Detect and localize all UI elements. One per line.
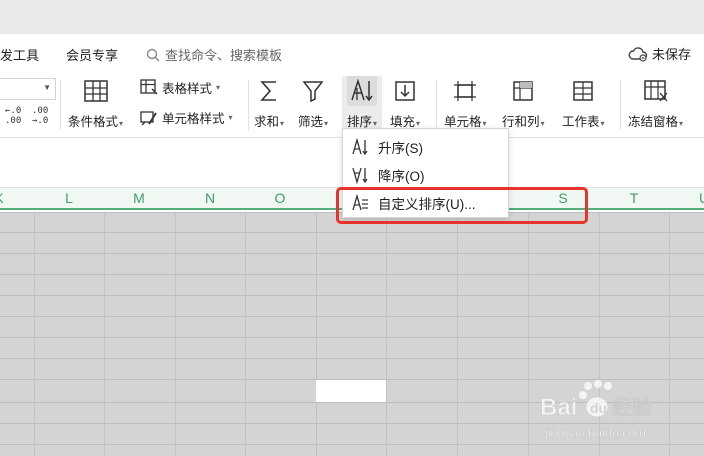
column-header[interactable]: M	[104, 188, 174, 208]
sort-descending-label: 降序(O)	[378, 169, 425, 184]
cloud-icon	[628, 46, 648, 62]
rows-cols-button[interactable]: 行和列▾	[502, 76, 545, 130]
cell-style-icon	[140, 110, 157, 125]
ribbon-divider	[620, 80, 621, 130]
fill-button[interactable]: 填充▾	[390, 76, 420, 130]
sort-ascending-label: 升序(S)	[378, 141, 423, 156]
conditional-format-icon	[83, 80, 108, 102]
fill-down-icon	[395, 81, 415, 101]
cell-button[interactable]: 单元格▾	[444, 76, 487, 130]
sum-label: 求和	[254, 115, 280, 129]
ribbon-divider	[60, 80, 61, 130]
save-status[interactable]: 未保存	[628, 44, 691, 63]
column-line	[316, 212, 317, 456]
ribbon-divider	[436, 80, 437, 130]
font-size-select[interactable]: ▼	[0, 78, 56, 100]
search-icon	[146, 48, 160, 61]
svg-text:Bai: Bai	[540, 394, 577, 421]
freeze-panes-label: 冻结窗格	[628, 115, 679, 129]
chevron-down-icon: ▾	[280, 119, 285, 128]
menu-member[interactable]: 会员专享	[66, 45, 118, 64]
conditional-format-label: 条件格式	[68, 115, 119, 129]
chevron-down-icon: ▾	[324, 119, 329, 128]
cell-label: 单元格	[444, 115, 482, 129]
watermark-url: jingyan.baidu.com	[544, 426, 646, 440]
funnel-icon	[302, 81, 324, 103]
sort-icon	[351, 78, 373, 102]
decrease-decimal-icon[interactable]: .00 →.0	[32, 106, 48, 126]
annotation-highlight-box	[336, 187, 588, 224]
chevron-down-icon: ▾	[373, 119, 378, 128]
increase-decimal-icon[interactable]: ←.0.00	[5, 106, 21, 126]
chevron-down-icon: ▾	[482, 119, 487, 128]
chevron-down-icon: ▾	[216, 83, 221, 92]
sort-button[interactable]: 排序▾	[342, 76, 382, 134]
chevron-down-icon: ▾	[540, 119, 545, 128]
chevron-down-icon: ▾	[600, 119, 605, 128]
chevron-down-icon: ▾	[679, 119, 684, 128]
save-status-label: 未保存	[652, 47, 692, 62]
column-header[interactable]: N	[175, 188, 245, 208]
sum-button[interactable]: 求和▾	[254, 76, 284, 130]
sort-label: 排序	[346, 115, 372, 129]
worksheet-icon	[573, 81, 594, 101]
selected-cell[interactable]	[316, 380, 386, 402]
table-style-button[interactable]: 表格样式 ▾	[140, 78, 220, 97]
column-header[interactable]: T	[599, 188, 669, 208]
worksheet-label: 工作表	[562, 115, 600, 129]
chevron-down-icon: ▼	[43, 83, 51, 92]
column-header[interactable]: O	[245, 188, 315, 208]
column-line	[457, 212, 458, 456]
freeze-panes-button[interactable]: 冻结窗格▾	[628, 76, 683, 130]
rows-cols-label: 行和列	[502, 115, 540, 129]
column-header[interactable]: L	[34, 188, 104, 208]
column-header[interactable]: U	[669, 188, 704, 208]
column-line	[34, 212, 35, 456]
fill-label: 填充	[390, 115, 416, 129]
column-line	[104, 212, 105, 456]
column-line	[245, 212, 246, 456]
filter-button[interactable]: 筛选▾	[298, 76, 328, 130]
sort-descending-icon	[352, 167, 368, 184]
search-placeholder: 查找命令、搜索模板	[165, 48, 283, 63]
sigma-icon	[260, 81, 277, 101]
column-header[interactable]: K	[0, 188, 34, 208]
svg-text:经验: 经验	[612, 395, 652, 419]
column-line	[386, 212, 387, 456]
freeze-panes-icon	[643, 80, 668, 102]
command-search[interactable]: 查找命令、搜索模板	[146, 45, 282, 64]
ribbon-divider	[248, 80, 249, 130]
column-line	[528, 212, 529, 456]
chevron-down-icon: ▾	[416, 119, 421, 128]
chevron-down-icon: ▾	[119, 119, 124, 128]
cell-style-button[interactable]: 单元格样式 ▾	[140, 108, 233, 127]
menu-item-sort-ascending[interactable]: 升序(S)	[351, 137, 423, 157]
window-top-strip	[0, 0, 704, 34]
sort-ascending-icon	[352, 138, 368, 156]
table-style-icon	[140, 78, 158, 95]
baidu-jingyan-watermark: Bai du 经验 jingyan.baidu.com	[540, 380, 652, 440]
conditional-format-button[interactable]: 条件格式▾	[68, 76, 123, 130]
column-line	[175, 212, 176, 456]
rows-cols-icon	[513, 81, 534, 101]
chevron-down-icon: ▾	[228, 113, 233, 122]
table-style-label: 表格样式	[162, 82, 213, 96]
cell-icon	[454, 81, 477, 101]
menu-item-sort-descending[interactable]: 降序(O)	[351, 165, 425, 185]
menu-dev-tools[interactable]: 发工具	[0, 45, 39, 64]
cell-style-label: 单元格样式	[162, 112, 225, 126]
worksheet-button[interactable]: 工作表▾	[562, 76, 605, 130]
svg-text:du: du	[590, 400, 607, 416]
menu-bar: 发工具 会员专享 查找命令、搜索模板 未保存	[0, 34, 704, 72]
filter-label: 筛选	[298, 115, 324, 129]
